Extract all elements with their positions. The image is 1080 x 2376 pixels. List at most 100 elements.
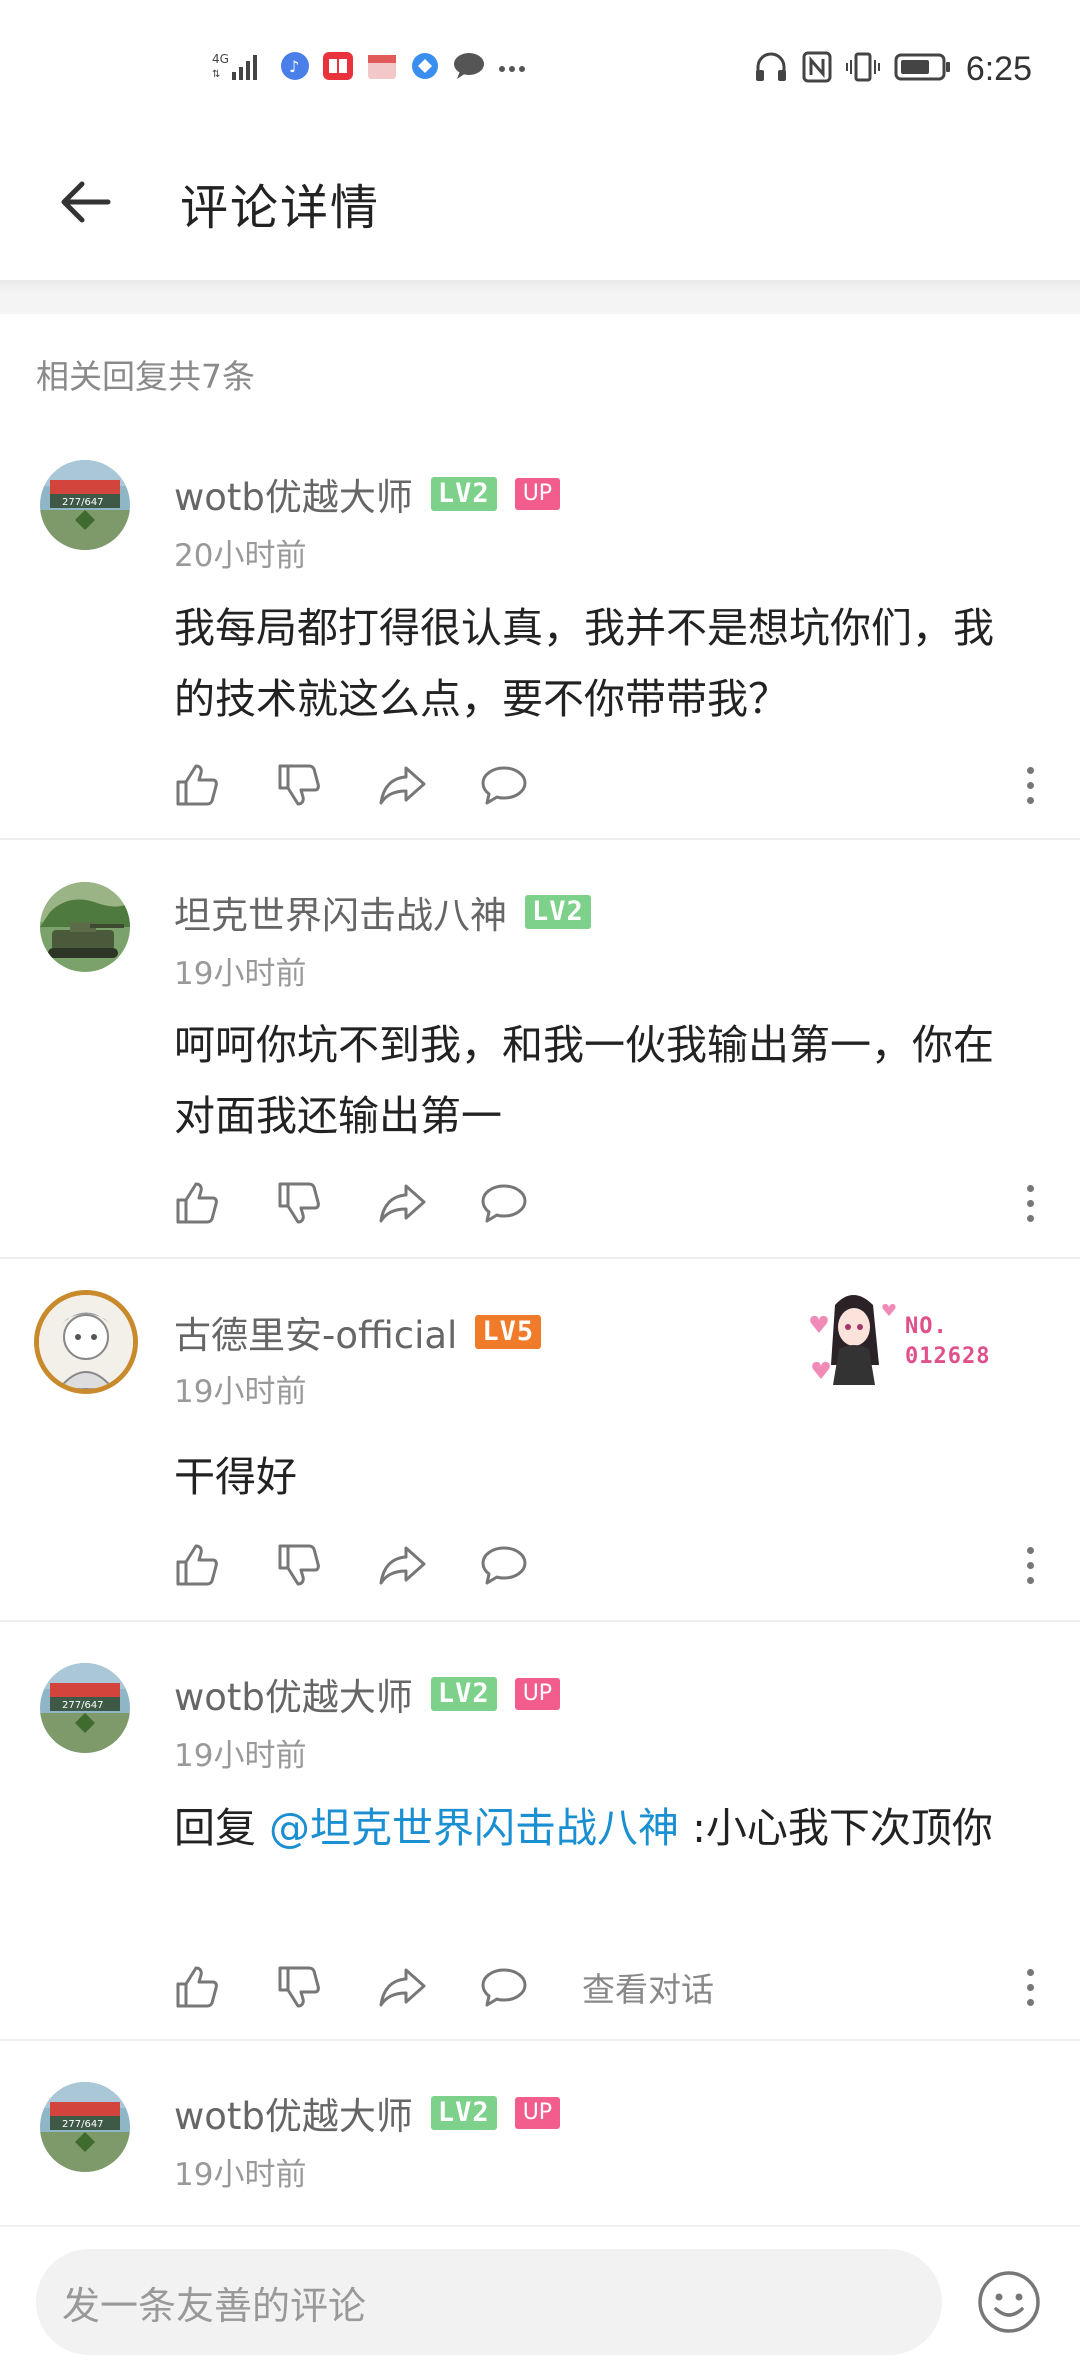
avatar[interactable]: 277/647 [40,460,130,550]
comment-icon [481,1968,527,2007]
level-badge: LV2 [525,895,591,929]
dislike-button[interactable] [276,1957,378,2017]
username[interactable]: wotb优越大师 [174,467,413,521]
comment-header: wotb优越大师 LV2 UP [174,467,561,521]
thumbs-up-icon [176,764,218,806]
more-options-button[interactable] [1020,1535,1040,1595]
more-options-button[interactable] [1020,1957,1040,2017]
comment-actions [174,1173,582,1233]
like-button[interactable] [174,755,276,815]
divider [0,838,1080,840]
share-button[interactable] [378,1173,480,1233]
comment-header: 古德里安-official LV5 [174,1305,542,1359]
dislike-button[interactable] [276,1173,378,1233]
thumbs-down-icon [278,1182,320,1224]
divider [0,1257,1080,1259]
svg-text:⇅: ⇅ [212,69,220,80]
share-button[interactable] [378,1535,480,1595]
comment-time: 19小时前 [174,1374,307,1410]
level-badge: LV2 [430,477,497,511]
music-icon: ♪ [280,51,310,85]
share-icon [379,1968,426,2007]
avatar-with-frame[interactable] [34,1290,138,1394]
comment-input[interactable]: 发一条友善的评论 [36,2249,942,2355]
comment-content[interactable]: 干得好 [174,1442,1034,1513]
comment-input-bar: 发一条友善的评论 [0,2225,1080,2376]
share-icon [379,1546,426,1585]
comment-time: 19小时前 [174,2157,307,2193]
thumbs-down-icon [278,764,320,806]
mention-link[interactable]: @坦克世界闪击战八神 [269,1804,679,1852]
top-app-bar: 评论详情 [0,135,1080,280]
view-conversation-link[interactable]: 查看对话 [582,1963,714,2011]
signal-icon: 4G ⇅ [212,50,268,86]
thumbs-down-icon [278,1544,320,1586]
up-badge: UP [514,478,561,510]
nfc-icon [802,51,832,87]
page-title: 评论详情 [180,180,381,236]
red-app-icon [322,51,354,85]
comment-content[interactable]: 回复 @坦克世界闪击战八神 :小心我下次顶你 [174,1793,1034,1864]
svg-text:277/647: 277/647 [62,2119,104,2130]
comment-actions [174,1535,582,1595]
level-badge: LV5 [475,1315,542,1349]
thumbs-up-icon [176,1544,218,1586]
battery-icon [894,52,952,86]
blue-app-icon [410,51,440,85]
reply-count-label: 相关回复共7条 [36,357,255,396]
username[interactable]: wotb优越大师 [174,1667,413,1721]
svg-text:♪: ♪ [289,57,299,76]
status-bar-system: 6:25 [754,44,1032,94]
svg-text:277/647: 277/647 [62,1700,104,1711]
avatar[interactable]: 277/647 [40,2082,130,2172]
reply-prefix: 回复 [174,1804,270,1852]
decoration-card[interactable] [795,1285,915,1395]
decoration-number: NO. 012628 [905,1314,991,1369]
comment-time: 20小时前 [174,538,307,574]
dislike-button[interactable] [276,755,378,815]
like-button[interactable] [174,1957,276,2017]
share-button[interactable] [378,1957,480,2017]
comment-time: 19小时前 [174,1738,307,1774]
share-icon [379,1184,426,1223]
emoji-button[interactable] [976,2269,1042,2335]
avatar[interactable] [40,882,130,972]
comment-icon [481,1546,527,1585]
username[interactable]: 古德里安-official [174,1305,457,1359]
comment-actions: 查看对话 [174,1957,714,2017]
headphones-icon [754,51,788,87]
divider [0,2039,1080,2041]
back-button[interactable] [50,167,120,237]
username[interactable]: 坦克世界闪击战八神 [174,885,507,939]
level-badge: LV2 [430,2096,497,2130]
share-button[interactable] [378,755,480,815]
anime-girl-decoration-icon [810,1295,896,1385]
more-dots-icon [498,59,526,78]
dislike-button[interactable] [276,1535,378,1595]
up-badge: UP [514,1678,561,1710]
status-bar: 4G ⇅ ♪ 6:25 [0,0,1080,135]
box-app-icon [366,51,398,85]
thumbs-up-icon [176,1966,218,2008]
reply-button[interactable] [480,1535,582,1595]
reply-button[interactable] [480,1957,582,2017]
back-arrow-icon [61,181,111,223]
comment-content[interactable]: 呵呵你坑不到我，和我一伙我输出第一，你在对面我还输出第一 [174,1010,1034,1152]
comment-content[interactable]: 我每局都打得很认真，我并不是想坑你们，我的技术就这么点，要不你带带我？ [174,593,1034,735]
thumbs-down-icon [278,1966,320,2008]
svg-text:4G: 4G [212,52,229,66]
comment-icon [481,766,527,805]
share-icon [379,766,426,805]
username[interactable]: wotb优越大师 [174,2086,413,2140]
more-options-button[interactable] [1020,755,1040,815]
avatar[interactable]: 277/647 [40,1663,130,1753]
more-options-button[interactable] [1020,1173,1040,1233]
like-button[interactable] [174,1173,276,1233]
reply-button[interactable] [480,755,582,815]
level-badge: LV2 [430,1677,497,1711]
chat-bubble-icon [452,51,486,85]
reply-button[interactable] [480,1173,582,1233]
like-button[interactable] [174,1535,276,1595]
comment-time: 19小时前 [174,956,307,992]
svg-text:277/647: 277/647 [62,497,104,508]
